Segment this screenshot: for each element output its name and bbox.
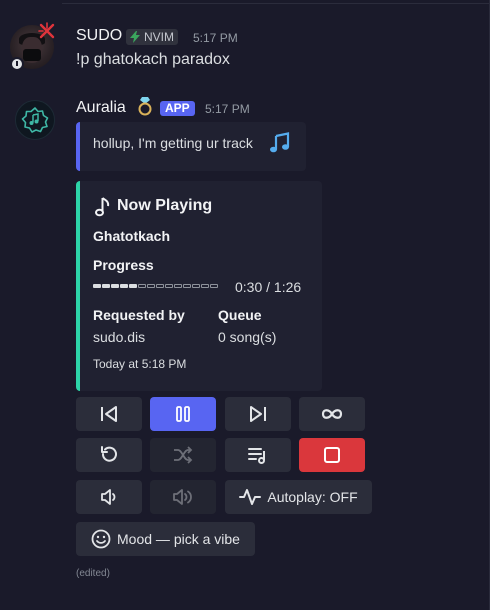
mood-button[interactable]: Mood — pick a vibe	[76, 522, 255, 556]
shuffle-icon	[174, 446, 193, 464]
username-sudo[interactable]: SUDO	[76, 27, 122, 45]
timestamp[interactable]: 5:17 PM	[205, 102, 250, 116]
progress-segment-empty	[138, 284, 146, 288]
progress-segment-filled	[111, 284, 119, 288]
progress-segment-filled	[129, 284, 137, 288]
progress-segment-empty	[165, 284, 173, 288]
requested-by-value: sudo.dis	[93, 329, 146, 345]
avatar-auralia[interactable]	[15, 100, 55, 140]
loop-button[interactable]	[299, 397, 365, 431]
progress-segment-empty	[210, 284, 218, 288]
skip-previous-icon	[101, 406, 117, 422]
progress-label: Progress	[93, 257, 154, 273]
progress-bar	[93, 283, 229, 289]
now-playing-embed: Now Playing Ghatotkach Progress 0:30 / 1…	[76, 181, 322, 391]
volume-down-button[interactable]	[76, 480, 142, 514]
autoplay-button[interactable]: Autoplay: OFF	[225, 480, 372, 514]
rotate-ccw-icon	[101, 446, 117, 462]
avatar-mask	[23, 49, 41, 61]
progress-segment-empty	[201, 284, 209, 288]
bot-logo-icon	[21, 107, 49, 133]
smile-icon	[91, 529, 111, 549]
embed-title-text: Now Playing	[117, 197, 213, 214]
progress-segment-empty	[183, 284, 191, 288]
infinity-icon	[321, 409, 343, 419]
music-notes-icon	[270, 132, 290, 153]
music-note-icon	[95, 197, 110, 217]
reply-text: hollup, I'm getting ur track	[93, 135, 253, 151]
volume-high-icon	[173, 489, 192, 505]
progress-segment-empty	[156, 284, 164, 288]
timestamp[interactable]: 5:17 PM	[193, 31, 238, 45]
status-idle-icon	[10, 57, 24, 71]
activity-icon	[239, 489, 262, 505]
volume-up-button[interactable]	[150, 480, 216, 514]
autoplay-label: Autoplay: OFF	[267, 489, 358, 505]
mood-label: Mood — pick a vibe	[117, 531, 240, 547]
app-badge: APP	[160, 101, 195, 116]
embed-title: Now Playing	[93, 195, 212, 217]
message-content: !p ghatokach paradox	[76, 51, 230, 68]
progress-segment-empty	[192, 284, 200, 288]
ring-emoji-icon	[138, 97, 152, 116]
guild-tag-label: NVIM	[144, 30, 174, 44]
requested-by-label: Requested by	[93, 307, 185, 323]
lightning-icon	[130, 31, 140, 43]
username-auralia[interactable]: Auralia	[76, 99, 126, 117]
avatar-decoration-icon	[38, 22, 55, 39]
embed-footer: Today at 5:18 PM	[93, 357, 187, 371]
progress-time: 0:30 / 1:26	[235, 279, 302, 295]
progress-segment-empty	[147, 284, 155, 288]
reply-embed: hollup, I'm getting ur track	[76, 122, 306, 171]
progress-segment-filled	[102, 284, 110, 288]
divider-top	[62, 3, 490, 4]
stop-icon	[324, 447, 340, 463]
progress-segment-empty	[174, 284, 182, 288]
next-button[interactable]	[225, 397, 291, 431]
guild-tag[interactable]: NVIM	[126, 29, 178, 45]
queue-value: 0 song(s)	[218, 329, 277, 345]
progress-segment-filled	[93, 284, 101, 288]
edited-label: (edited)	[76, 568, 110, 579]
pause-icon	[176, 406, 190, 422]
shuffle-button[interactable]	[150, 438, 216, 472]
volume-low-icon	[101, 489, 116, 505]
previous-button[interactable]	[76, 397, 142, 431]
skip-next-icon	[250, 406, 266, 422]
replay-button[interactable]	[76, 438, 142, 472]
stop-button[interactable]	[299, 438, 365, 472]
song-title: Ghatotkach	[93, 228, 171, 244]
playlist-music-icon	[248, 448, 265, 464]
queue-button[interactable]	[225, 438, 291, 472]
progress-segment-filled	[120, 284, 128, 288]
pause-button[interactable]	[150, 397, 216, 431]
queue-label: Queue	[218, 307, 262, 323]
